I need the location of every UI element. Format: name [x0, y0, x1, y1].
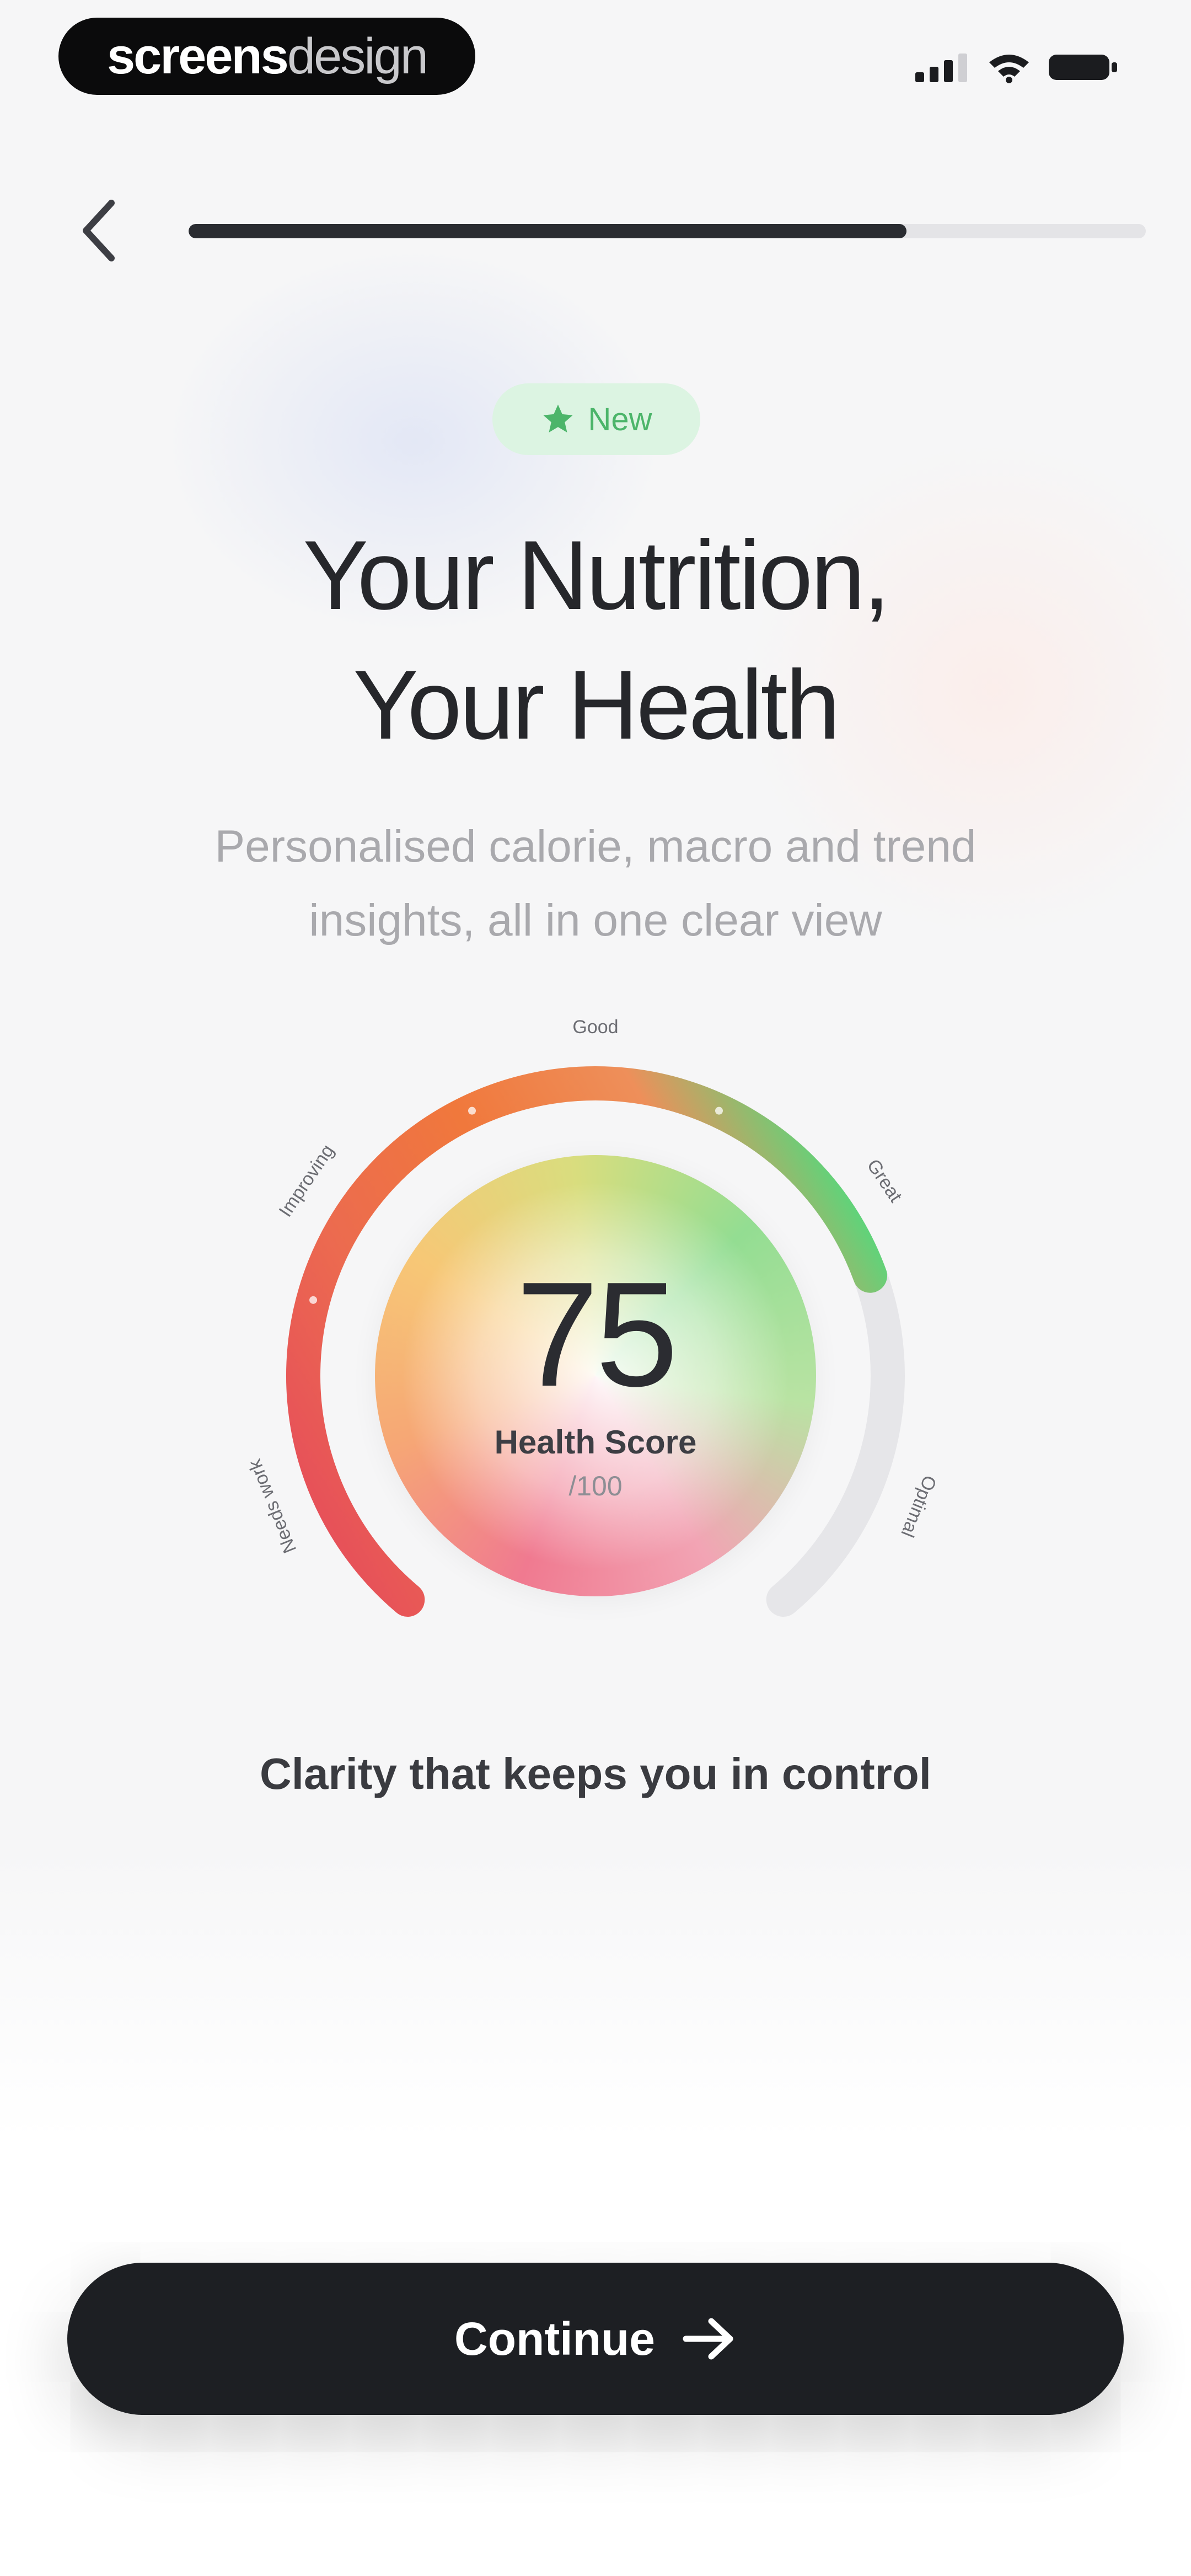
arrow-right-icon [683, 2318, 733, 2360]
continue-button[interactable]: Continue [67, 2263, 1124, 2415]
gauge-tick [715, 1107, 723, 1115]
health-score-value: 75 [516, 1252, 678, 1418]
continue-label: Continue [454, 2312, 655, 2365]
tagline: Clarity that keeps you in control [259, 1749, 931, 1798]
background-fade [0, 1848, 1191, 2576]
gauge-segment-label: Good [572, 1017, 618, 1038]
gauge-segment-label: Needs work [244, 1456, 301, 1556]
health-score-label: Health Score [494, 1424, 697, 1461]
gauge-segment-label: Improving [275, 1141, 339, 1221]
health-score-max: /100 [568, 1471, 623, 1501]
gauge-tick [309, 1296, 318, 1304]
gauge-segment-label: Great [862, 1156, 906, 1206]
gauge-tick [468, 1107, 476, 1115]
gauge-segment-label: Optimal [897, 1472, 940, 1540]
